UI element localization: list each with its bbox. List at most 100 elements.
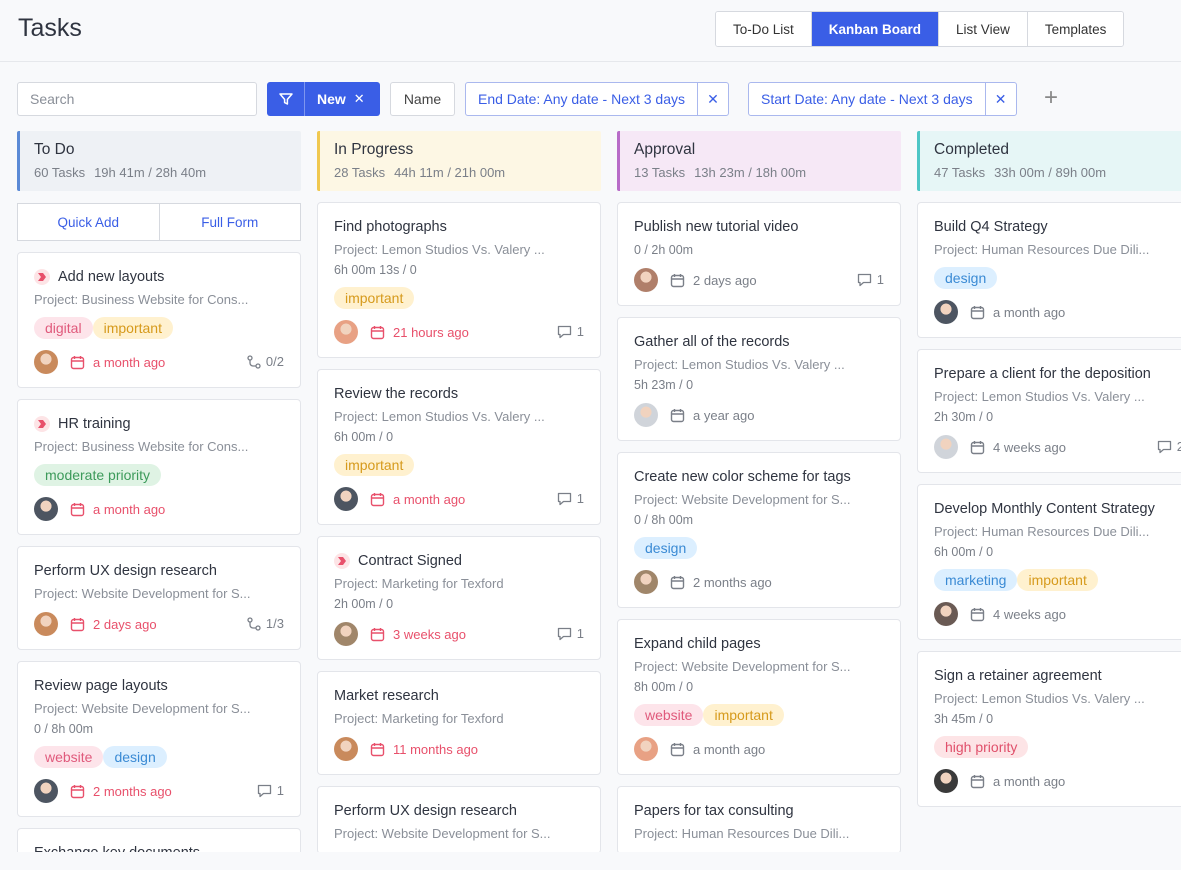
close-icon[interactable]: ✕ (986, 91, 1016, 108)
tag-important[interactable]: important (1017, 569, 1098, 591)
funnel-icon[interactable] (267, 82, 305, 116)
task-card[interactable]: HR training Project: Business Website for… (17, 399, 301, 535)
task-title-text: Review the records (334, 386, 459, 402)
avatar[interactable] (634, 403, 658, 427)
comments-count[interactable]: 1 (557, 626, 584, 641)
search-input[interactable] (17, 82, 257, 116)
task-title-text: Papers for tax consulting (634, 803, 794, 819)
task-card[interactable]: Papers for tax consulting Project: Human … (617, 786, 901, 854)
avatar[interactable] (634, 570, 658, 594)
subtasks-count[interactable]: 0/2 (247, 354, 284, 369)
task-title[interactable]: Create new color scheme for tags (634, 467, 884, 487)
task-title[interactable]: Contract Signed (334, 551, 584, 571)
tag-design[interactable]: design (103, 746, 167, 768)
end-date-filter-chip[interactable]: End Date: Any date - Next 3 days ✕ (465, 82, 730, 116)
tag-design[interactable]: design (634, 537, 698, 559)
view-todo-list[interactable]: To-Do List (716, 12, 812, 46)
avatar[interactable] (334, 622, 358, 646)
task-card[interactable]: Perform UX design research Project: Websi… (17, 546, 301, 650)
task-title[interactable]: Review the records (334, 384, 584, 404)
tag-important[interactable]: important (92, 317, 173, 339)
task-title[interactable]: Market research (334, 686, 584, 706)
tag-website[interactable]: website (634, 704, 704, 726)
avatar[interactable] (934, 769, 958, 793)
subtasks-count[interactable]: 1/3 (247, 616, 284, 631)
task-card[interactable]: Find photographs Project: Lemon Studios V… (317, 202, 601, 358)
add-filter-icon[interactable]: + (1044, 86, 1058, 110)
tag-marketing[interactable]: marketing (934, 569, 1018, 591)
tag-important[interactable]: important (334, 454, 415, 476)
tag-important[interactable]: important (703, 704, 784, 726)
comments-count[interactable]: 1 (857, 272, 884, 287)
avatar[interactable] (334, 320, 358, 344)
column-approval: Approval 13 Tasks 13h 23m / 18h 00m Publish… (617, 131, 901, 854)
tag-design[interactable]: design (934, 267, 998, 289)
task-project: Project: Website Development for S... (634, 659, 851, 674)
task-card[interactable]: Expand child pages Project: Website Devel… (617, 619, 901, 775)
column-title: Approval (634, 141, 696, 158)
task-title[interactable]: Develop Monthly Content Strategy (934, 499, 1181, 519)
avatar[interactable] (334, 737, 358, 761)
task-title[interactable]: Gather all of the records (634, 332, 884, 352)
task-title-text: Sign a retainer agreement (934, 668, 1102, 684)
start-date-filter-chip[interactable]: Start Date: Any date - Next 3 days ✕ (748, 82, 1017, 116)
task-title[interactable]: Papers for tax consulting (634, 801, 884, 821)
view-templates[interactable]: Templates (1027, 12, 1124, 46)
task-card[interactable]: Prepare a client for the deposition Proje… (917, 349, 1181, 473)
task-title[interactable]: Prepare a client for the deposition (934, 364, 1181, 384)
quick-add-button[interactable]: Quick Add (18, 204, 160, 240)
column-task-count: 47 Tasks (934, 165, 986, 180)
task-title[interactable]: HR training (34, 414, 284, 434)
close-icon[interactable]: ✕ (698, 91, 728, 108)
task-card[interactable]: Add new layouts Project: Business Website… (17, 252, 301, 388)
task-project: Project: Human Resources Due Dili... (934, 242, 1150, 257)
task-title[interactable]: Add new layouts (34, 267, 284, 287)
task-card[interactable]: Market research Project: Marketing for Te… (317, 671, 601, 775)
tag-high-priority[interactable]: high priority (934, 736, 1029, 758)
task-title[interactable]: Perform UX design research (34, 561, 284, 581)
comments-count[interactable]: 2 (1157, 439, 1181, 454)
avatar[interactable] (634, 737, 658, 761)
tag-important[interactable]: important (334, 287, 415, 309)
calendar-icon (370, 492, 385, 507)
task-card[interactable]: Publish new tutorial video 0 / 2h 00m 2 da… (617, 202, 901, 306)
task-card[interactable]: Gather all of the records Project: Lemon … (617, 317, 901, 441)
avatar[interactable] (34, 612, 58, 636)
task-title[interactable]: Review page layouts (34, 676, 284, 696)
avatar[interactable] (34, 497, 58, 521)
comments-count[interactable]: 1 (257, 783, 284, 798)
task-card[interactable]: Contract Signed Project: Marketing for Te… (317, 536, 601, 660)
task-title[interactable]: Sign a retainer agreement (934, 666, 1181, 686)
filter-new-button[interactable]: New ✕ (267, 82, 380, 116)
task-card[interactable]: Develop Monthly Content Strategy Project:… (917, 484, 1181, 640)
task-card[interactable]: Review page layouts Project: Website Deve… (17, 661, 301, 817)
tag-moderate-priority[interactable]: moderate priority (34, 464, 162, 486)
close-icon[interactable]: ✕ (354, 91, 365, 107)
view-list-view[interactable]: List View (939, 12, 1028, 46)
task-title[interactable]: Find photographs (334, 217, 584, 237)
avatar[interactable] (334, 487, 358, 511)
task-card[interactable]: Build Q4 Strategy Project: Human Resource… (917, 202, 1181, 338)
comments-count[interactable]: 1 (557, 491, 584, 506)
avatar[interactable] (934, 300, 958, 324)
task-title[interactable]: Publish new tutorial video (634, 217, 884, 237)
name-filter-button[interactable]: Name (390, 82, 455, 116)
avatar[interactable] (34, 779, 58, 803)
avatar[interactable] (634, 268, 658, 292)
comments-count[interactable]: 1 (557, 324, 584, 339)
task-card[interactable]: Create new color scheme for tags Project:… (617, 452, 901, 608)
view-kanban-board[interactable]: Kanban Board (811, 12, 940, 46)
task-card[interactable]: Sign a retainer agreement Project: Lemon … (917, 651, 1181, 807)
task-card[interactable]: Perform UX design research Project: Websi… (317, 786, 601, 854)
task-title[interactable]: Expand child pages (634, 634, 884, 654)
tag-website[interactable]: website (34, 746, 104, 768)
full-form-button[interactable]: Full Form (160, 204, 301, 240)
task-footer: 2 days ago 1 (634, 267, 884, 293)
avatar[interactable] (934, 435, 958, 459)
task-card[interactable]: Review the records Project: Lemon Studios… (317, 369, 601, 525)
avatar[interactable] (34, 350, 58, 374)
task-title[interactable]: Perform UX design research (334, 801, 584, 821)
avatar[interactable] (934, 602, 958, 626)
task-title[interactable]: Build Q4 Strategy (934, 217, 1181, 237)
tag-digital[interactable]: digital (34, 317, 93, 339)
